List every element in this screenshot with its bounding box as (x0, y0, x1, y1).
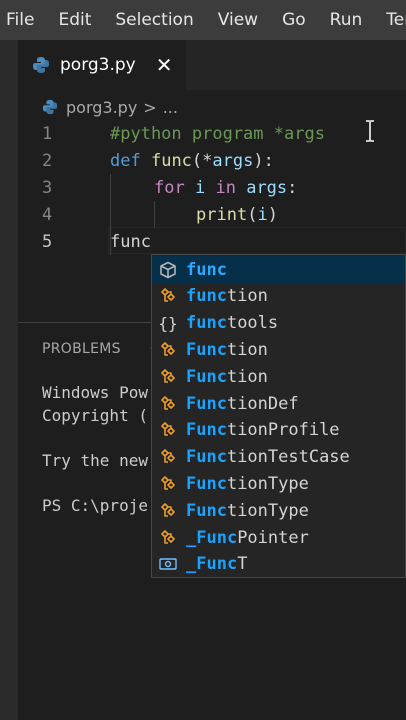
suggestion-rest: tionProfile (226, 420, 340, 441)
terminal-line: Try the new (42, 451, 148, 470)
suggestion-match: Func (186, 366, 227, 387)
line-number: 3 (42, 177, 53, 198)
code-text: for i in args: (154, 178, 297, 198)
punctuation: : (287, 177, 298, 198)
cube-icon (158, 260, 178, 280)
suggestion-rest: tion (226, 339, 268, 360)
suggestion-rest: tionTestCase (226, 447, 350, 468)
line-number: 5 (42, 231, 53, 252)
class-icon (158, 501, 178, 521)
suggestion-match: func (186, 286, 227, 307)
punctuation: ) (267, 204, 278, 225)
suggestion-item[interactable]: Func tion (152, 336, 405, 363)
suggestion-item[interactable]: func tion (152, 283, 405, 310)
breadcrumb-separator: > (143, 97, 157, 117)
python-file-icon (32, 56, 50, 74)
suggestion-match: _Func (186, 554, 238, 575)
punctuation: ): (253, 150, 274, 171)
class-icon (158, 474, 178, 494)
suggestion-item[interactable]: Func tionType (152, 470, 405, 497)
menu-edit[interactable]: Edit (58, 10, 91, 30)
menu-selection[interactable]: Selection (115, 10, 193, 30)
terminal-prompt[interactable]: PS C:\proje (42, 496, 148, 515)
parameter: args (212, 150, 254, 171)
breadcrumb-more[interactable]: ... (163, 98, 178, 117)
variable: i (257, 204, 268, 225)
variable: args (246, 177, 288, 198)
suggestion-item[interactable]: Func tionProfile (152, 417, 405, 444)
variable: i (194, 177, 206, 198)
tab-porg3-py[interactable]: porg3.py ✕ (18, 40, 186, 90)
class-icon (158, 420, 178, 440)
menu-file[interactable]: File (6, 10, 34, 30)
line-number: 1 (42, 123, 53, 144)
suggestion-match: func (186, 259, 227, 280)
keyword-def: def (110, 150, 141, 171)
close-icon[interactable]: ✕ (156, 53, 173, 77)
suggestion-rest: tionType (226, 473, 309, 494)
terminal-line: Windows Pow (42, 383, 148, 402)
indent-guide (154, 201, 155, 228)
suggestion-rest: tionType (226, 500, 309, 521)
class-icon (158, 528, 178, 548)
tab-label: porg3.py (60, 55, 136, 75)
tab-bar: porg3.py ✕ (18, 40, 406, 90)
class-icon (158, 447, 178, 467)
line-number: 2 (42, 150, 53, 171)
menu-go[interactable]: Go (282, 10, 306, 30)
keyword-for: for (154, 177, 185, 198)
menu-run[interactable]: Run (330, 10, 363, 30)
breadcrumb: porg3.py > ... (42, 94, 178, 120)
menu-bar: File Edit Selection View Go Run Term (0, 0, 406, 40)
punctuation: (* (191, 150, 213, 171)
suggestion-match: Func (186, 339, 227, 360)
suggestion-item[interactable]: Func tion (152, 363, 405, 390)
activity-bar (0, 40, 18, 720)
menu-view[interactable]: View (218, 10, 258, 30)
current-line-highlight (108, 227, 406, 254)
suggestion-match: Func (186, 473, 227, 494)
suggestion-rest: tools (226, 313, 279, 334)
suggestion-item[interactable]: _Func T (152, 551, 405, 577)
terminal-line: Copyright ( (42, 406, 148, 425)
suggestion-item[interactable]: func (152, 256, 405, 283)
tab-problems[interactable]: PROBLEMS (42, 341, 121, 357)
autocomplete-list: func func tion{} func tools Func tion Func tion F… (151, 254, 406, 578)
suggestion-rest: tion (226, 286, 268, 307)
code-text: def func(*args): (110, 151, 274, 171)
suggestion-rest: T (237, 554, 248, 575)
line-number: 4 (42, 204, 53, 225)
class-icon (158, 367, 178, 387)
suggestion-match: Func (186, 447, 227, 468)
comment: #python program *args (110, 123, 325, 144)
code-text: func (110, 231, 151, 252)
variable-icon (158, 554, 178, 574)
suggestion-item[interactable]: _Func Pointer (152, 524, 405, 551)
breadcrumb-file[interactable]: porg3.py (66, 98, 137, 117)
suggestion-item[interactable]: Func tionTestCase (152, 444, 405, 471)
suggestion-match: func (186, 313, 227, 334)
class-icon (158, 340, 178, 360)
suggestion-item[interactable]: Func tionDef (152, 390, 405, 417)
module-icon: {} (158, 313, 178, 333)
suggestion-match: Func (186, 393, 227, 414)
suggestion-match: _Func (186, 527, 238, 548)
menu-terminal[interactable]: Term (386, 10, 406, 30)
punctuation: ( (247, 204, 258, 225)
code-text: print(i) (196, 205, 278, 225)
suggestion-rest: tion (226, 366, 268, 387)
python-file-icon (42, 99, 58, 115)
class-icon (158, 286, 178, 306)
suggestion-rest: tionDef (226, 393, 299, 414)
suggestion-item[interactable]: Func tionType (152, 497, 405, 524)
function-name: func (150, 150, 192, 171)
function-call: print (196, 204, 248, 225)
text-cursor-icon (366, 120, 374, 142)
keyword-in: in (215, 177, 236, 198)
suggestion-rest: Pointer (237, 527, 309, 548)
suggestion-match: Func (186, 420, 227, 441)
suggestion-match: Func (186, 500, 227, 521)
suggestion-item[interactable]: {} func tools (152, 310, 405, 337)
class-icon (158, 394, 178, 414)
